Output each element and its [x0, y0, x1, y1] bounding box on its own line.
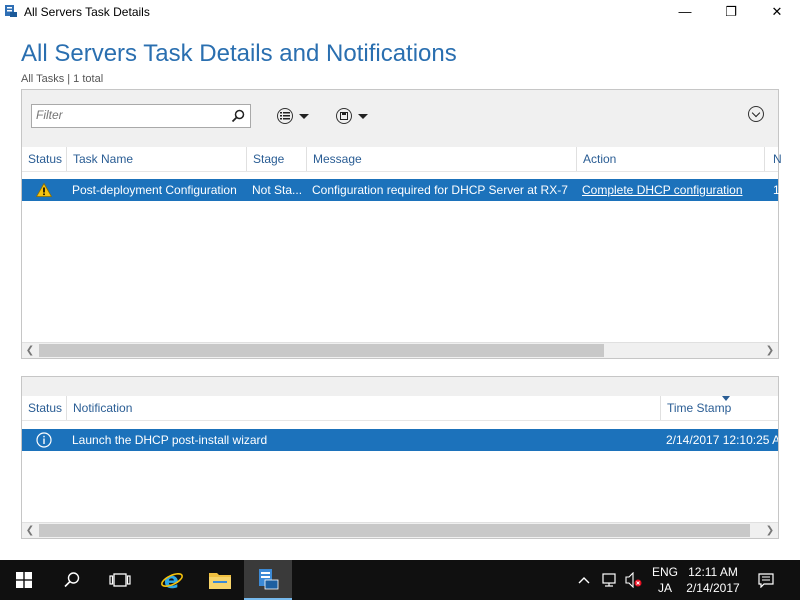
clock-date: 2/14/2017	[686, 581, 740, 595]
notifications-header-row: Status Notification Time Stamp	[22, 396, 778, 421]
language-code: ENG	[651, 565, 678, 579]
server-manager-taskbar-button[interactable]	[244, 560, 292, 600]
internet-explorer-icon: e	[161, 569, 183, 592]
tasks-panel: Status Task Name Stage Message Action N …	[21, 89, 782, 359]
table-row[interactable]: Launch the DHCP post-install wizard 2/14…	[22, 429, 778, 451]
window-title: All Servers Task Details	[24, 5, 150, 19]
close-button[interactable]: ✕	[754, 0, 800, 24]
network-icon	[602, 573, 616, 587]
stage-cell: Not Sta...	[252, 183, 303, 197]
scroll-left-icon[interactable]: ❮	[22, 523, 38, 538]
clock[interactable]: 12:11 AM 2/14/2017	[686, 564, 740, 596]
scrollbar-thumb[interactable]	[39, 524, 750, 537]
taskbar: e ENG JA 12:11 AM 2/14/2017	[0, 560, 800, 600]
chevron-down-icon	[358, 113, 368, 119]
start-button[interactable]	[0, 560, 48, 600]
file-explorer-button[interactable]	[196, 560, 244, 600]
column-header-extra[interactable]: N	[773, 152, 782, 168]
scroll-right-icon[interactable]: ❯	[762, 343, 778, 358]
expand-collapse-button[interactable]	[748, 106, 764, 122]
notifications-icon	[758, 573, 774, 588]
table-row[interactable]: Post-deployment Configuration Not Sta...…	[22, 179, 779, 201]
notifications-top-bar	[22, 377, 778, 397]
server-manager-icon	[5, 5, 17, 17]
action-center-button[interactable]	[758, 560, 774, 600]
horizontal-scrollbar[interactable]: ❮ ❯	[22, 522, 778, 538]
scroll-left-icon[interactable]: ❮	[22, 343, 38, 358]
task-view-icon	[109, 573, 131, 587]
complete-dhcp-configuration-link[interactable]: Complete DHCP configuration	[582, 183, 762, 197]
volume-muted-icon	[625, 572, 642, 588]
ime-code: JA	[657, 581, 672, 595]
time-stamp-cell: 2/14/2017 12:10:25 A	[666, 433, 778, 447]
svg-text:e: e	[164, 569, 179, 592]
warning-icon	[36, 183, 52, 197]
volume-tray-button[interactable]	[625, 560, 643, 600]
task-count-label: All Tasks | 1 total	[21, 73, 104, 85]
notification-cell: Launch the DHCP post-install wizard	[72, 433, 268, 447]
view-options-button[interactable]	[277, 106, 309, 126]
message-cell: Configuration required for DHCP Server a…	[312, 183, 568, 197]
info-icon	[36, 432, 52, 448]
server-manager-icon	[259, 569, 279, 590]
column-header-task-name[interactable]: Task Name	[73, 152, 133, 168]
column-header-notification[interactable]: Notification	[73, 401, 132, 417]
chevron-up-icon	[578, 577, 590, 584]
task-name-cell: Post-deployment Configuration	[72, 183, 237, 197]
scroll-right-icon[interactable]: ❯	[762, 523, 778, 538]
search-icon[interactable]	[230, 108, 246, 124]
tasks-toolbar	[22, 90, 778, 148]
extra-cell: 1	[773, 183, 779, 197]
windows-logo-icon	[16, 572, 32, 588]
page-title: All Servers Task Details and Notificatio…	[21, 40, 457, 67]
minimize-button[interactable]: —	[662, 0, 708, 24]
filter-box[interactable]	[31, 104, 251, 128]
column-header-time-stamp[interactable]: Time Stamp	[667, 401, 731, 417]
window-titlebar: All Servers Task Details — ❐ ✕	[0, 0, 800, 24]
input-language-indicator[interactable]: ENG JA	[651, 564, 679, 596]
notifications-panel: Status Notification Time Stamp Launch th…	[21, 376, 779, 539]
sort-descending-icon	[722, 396, 730, 401]
chevron-down-icon	[299, 113, 309, 119]
scrollbar-thumb[interactable]	[39, 344, 604, 357]
column-header-status[interactable]: Status	[28, 401, 62, 417]
maximize-button[interactable]: ❐	[708, 0, 754, 24]
filter-input[interactable]	[32, 105, 226, 125]
save-icon	[336, 108, 352, 124]
column-header-message[interactable]: Message	[313, 152, 362, 168]
column-header-status[interactable]: Status	[28, 152, 62, 168]
save-query-button[interactable]	[336, 106, 368, 126]
clock-time: 12:11 AM	[688, 565, 738, 579]
folder-icon	[209, 573, 231, 589]
task-view-button[interactable]	[96, 560, 144, 600]
search-icon	[64, 572, 80, 588]
list-icon	[277, 108, 293, 124]
network-tray-button[interactable]	[602, 560, 620, 600]
internet-explorer-button[interactable]: e	[148, 560, 196, 600]
show-hidden-icons-button[interactable]	[578, 560, 590, 600]
column-header-stage[interactable]: Stage	[253, 152, 284, 168]
search-button[interactable]	[48, 560, 96, 600]
horizontal-scrollbar[interactable]: ❮ ❯	[22, 342, 778, 358]
column-header-action[interactable]: Action	[583, 152, 616, 168]
tasks-header-row: Status Task Name Stage Message Action N	[22, 147, 782, 172]
